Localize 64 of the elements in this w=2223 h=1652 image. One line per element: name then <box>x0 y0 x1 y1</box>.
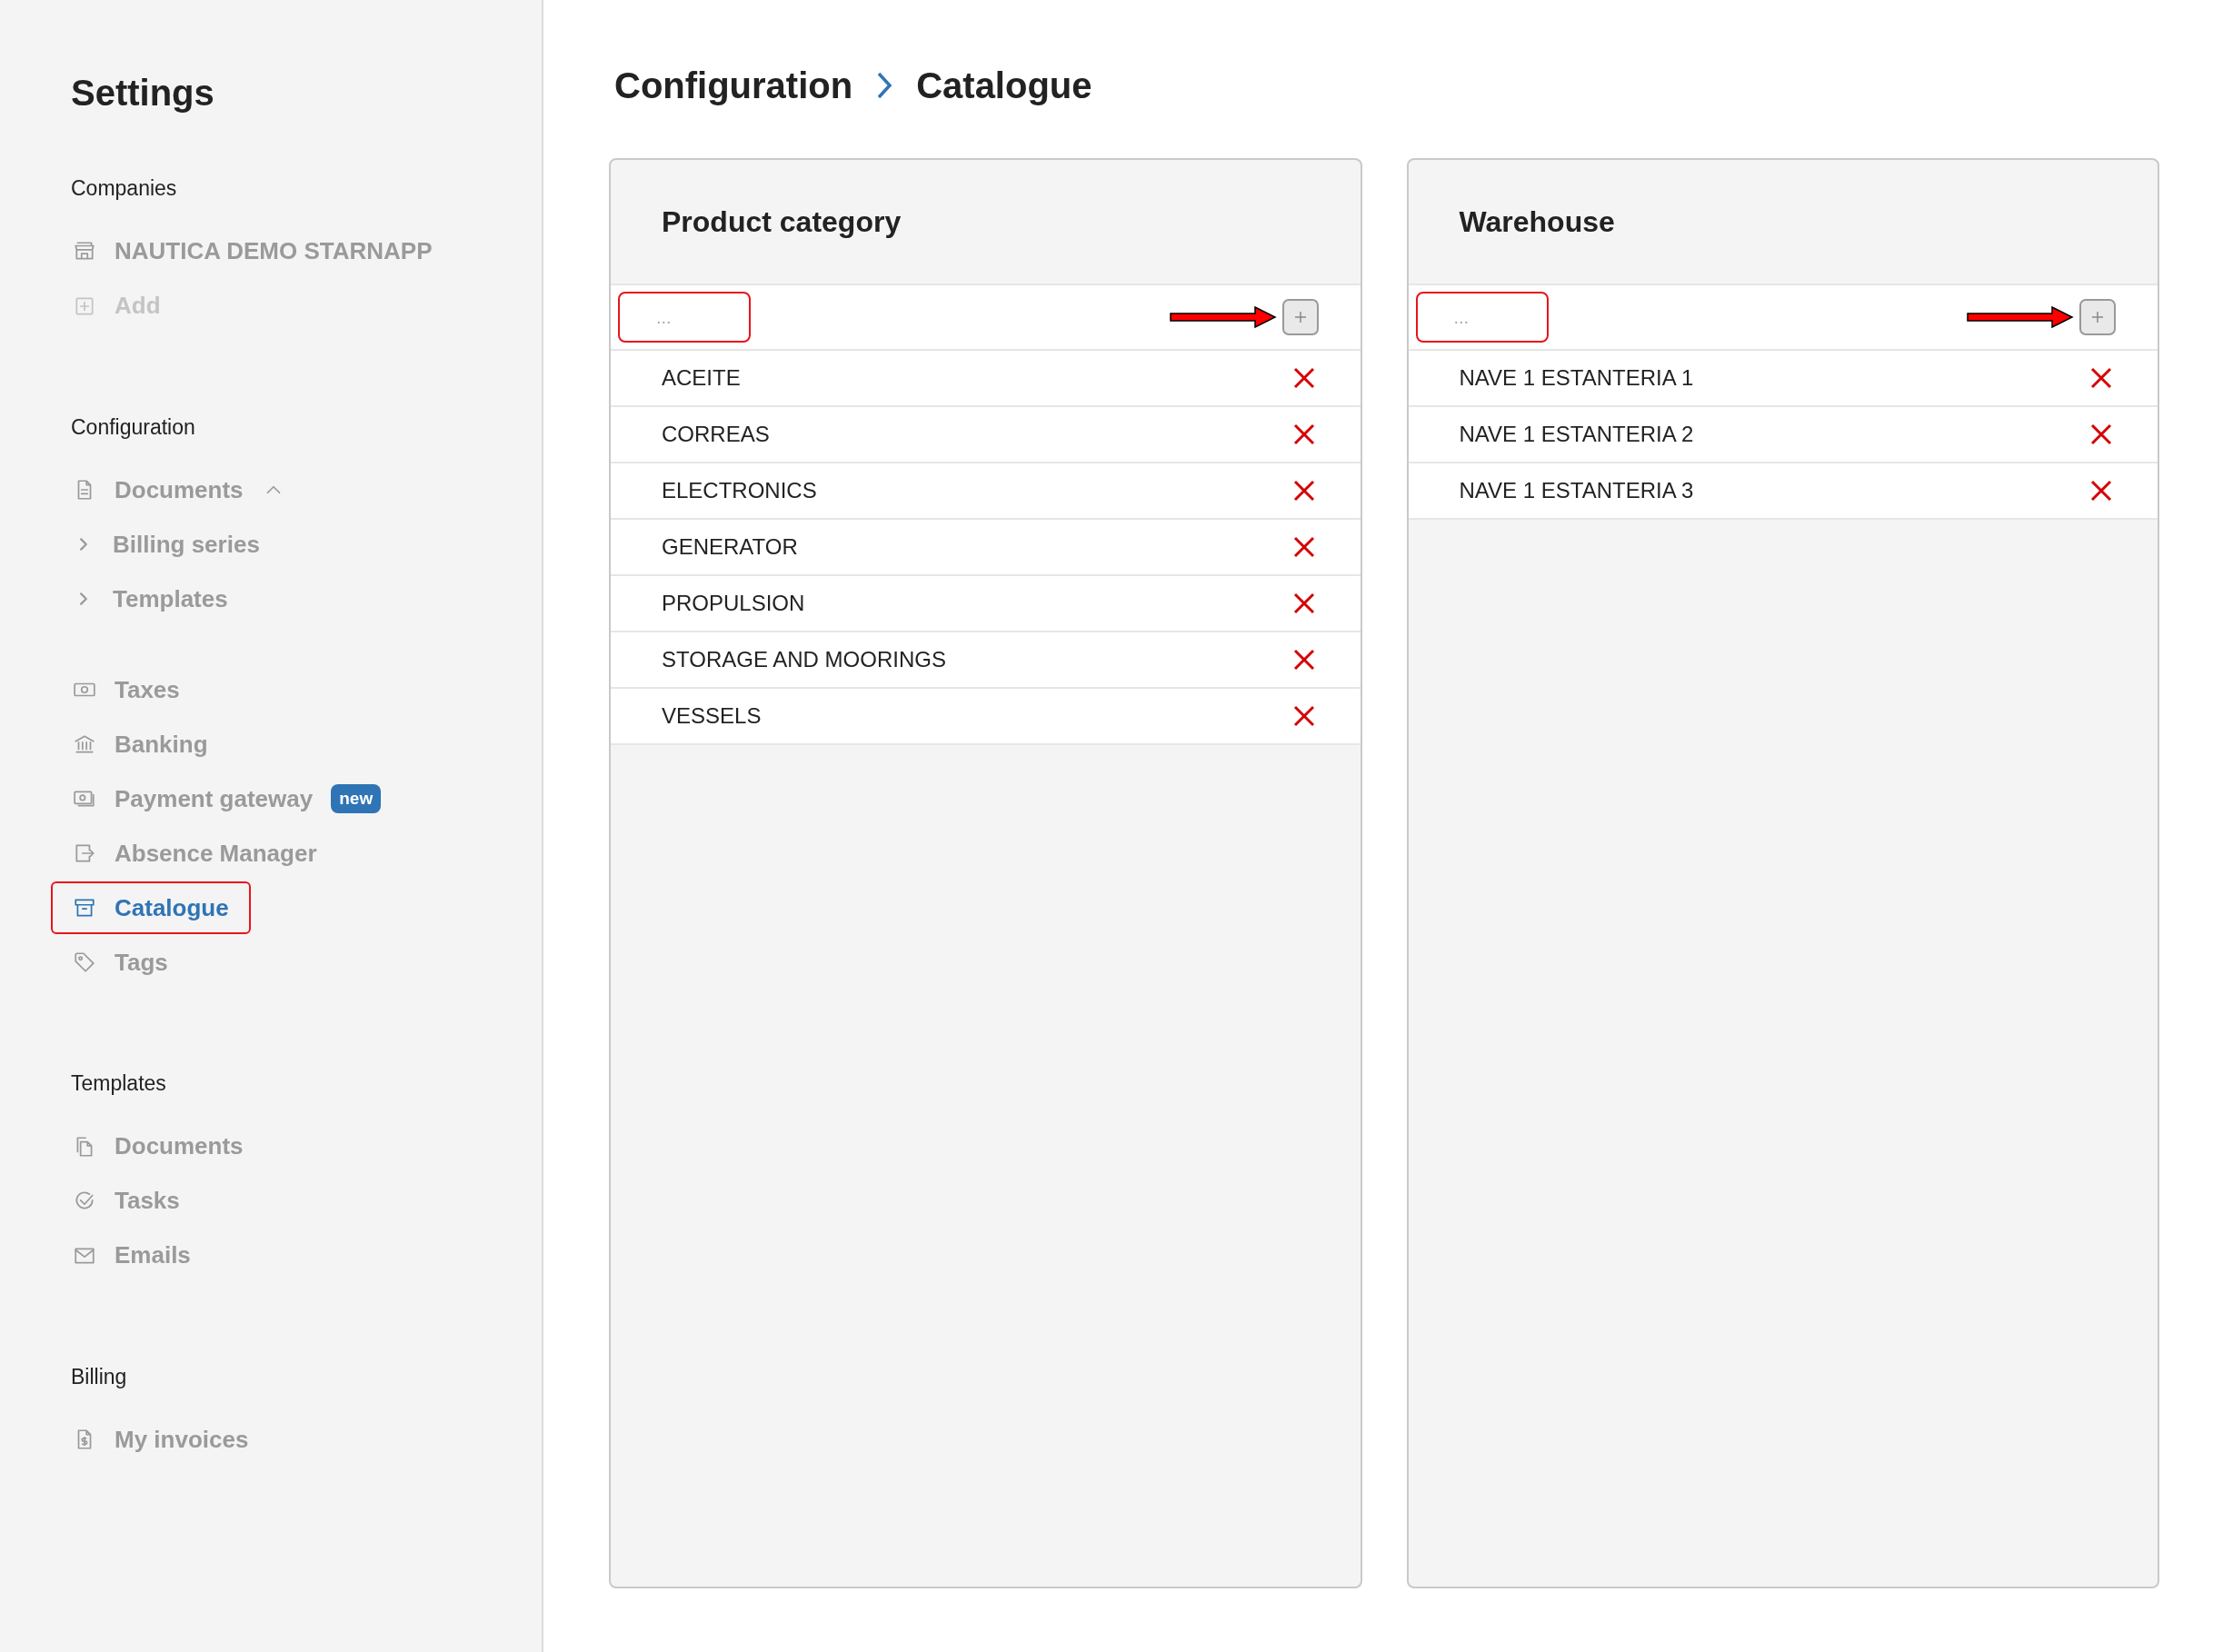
sidebar-item[interactable]: Tags <box>51 936 190 989</box>
close-icon <box>1292 367 1315 389</box>
item-label: ELECTRONICS <box>662 477 817 504</box>
panel-title: Warehouse <box>1459 204 1615 240</box>
delete-button[interactable] <box>2090 367 2112 389</box>
section-heading: Billing <box>71 1363 128 1390</box>
close-icon <box>1292 423 1315 445</box>
new-badge: new <box>331 783 382 814</box>
sidebar-item[interactable]: Documents <box>51 1120 265 1173</box>
plus-icon <box>2090 310 2105 324</box>
close-icon <box>1292 536 1315 558</box>
section-heading: Configuration <box>71 413 196 441</box>
sidebar-item[interactable]: NAUTICA DEMO STARNAPP <box>51 224 454 278</box>
new-item-field[interactable]: ... <box>1415 292 1549 343</box>
delete-button[interactable] <box>1292 649 1315 671</box>
item-label: GENERATOR <box>662 533 798 561</box>
section-heading: Templates <box>71 1070 167 1097</box>
page-title: Catalogue <box>916 65 1092 107</box>
tag-icon <box>73 950 96 974</box>
sidebar-item[interactable]: Emails <box>51 1229 213 1282</box>
delete-button[interactable] <box>1292 592 1315 614</box>
close-icon <box>1292 480 1315 502</box>
chevron-right-icon <box>79 538 88 551</box>
delete-button[interactable] <box>2090 480 2112 502</box>
sidebar-item[interactable]: My invoices <box>51 1413 271 1466</box>
item-label: CORREAS <box>662 421 770 448</box>
sidebar-item[interactable]: Absence Manager <box>51 827 339 880</box>
plus-icon <box>1292 310 1308 324</box>
item-label: STORAGE AND MOORINGS <box>662 646 946 673</box>
close-icon <box>2090 423 2112 445</box>
section-heading: Companies <box>71 175 178 202</box>
item-label: NAVE 1 ESTANTERIA 1 <box>1459 364 1694 392</box>
archive-icon <box>73 896 96 920</box>
item-label: ACEITE <box>662 364 741 392</box>
sidebar-item[interactable]: Catalogue <box>51 881 251 934</box>
delete-button[interactable] <box>1292 536 1315 558</box>
delete-button[interactable] <box>1292 480 1315 502</box>
add-button[interactable] <box>1281 299 1319 335</box>
delete-button[interactable] <box>1292 423 1315 445</box>
sidebar-item[interactable]: Billing series <box>51 518 282 571</box>
close-icon <box>2090 480 2112 502</box>
sidebar-item[interactable]: Templates <box>51 572 250 625</box>
close-icon <box>1292 649 1315 671</box>
sidebar-title: Settings <box>71 72 215 114</box>
chevron-right-icon <box>79 592 88 605</box>
close-icon <box>1292 592 1315 614</box>
sidebar-item[interactable]: Banking <box>51 718 230 771</box>
sidebar-item[interactable]: Documents <box>51 463 307 516</box>
sidebar-item[interactable]: Payment gateway new <box>51 772 404 825</box>
breadcrumb-link[interactable]: Configuration <box>614 58 853 113</box>
sidebar-item[interactable]: Tasks <box>51 1174 202 1228</box>
close-icon <box>1292 705 1315 727</box>
new-item-field[interactable]: ... <box>618 292 751 343</box>
close-icon <box>2090 367 2112 389</box>
item-label: NAVE 1 ESTANTERIA 2 <box>1459 421 1694 448</box>
delete-button[interactable] <box>2090 423 2112 445</box>
item-label: VESSELS <box>662 702 762 730</box>
exit-icon <box>73 841 96 865</box>
delete-button[interactable] <box>1292 705 1315 727</box>
panel-title: Product category <box>662 204 902 240</box>
sidebar-item[interactable]: Taxes <box>51 663 202 716</box>
item-label: NAVE 1 ESTANTERIA 3 <box>1459 477 1694 504</box>
item-label: PROPULSION <box>662 590 805 617</box>
delete-button[interactable] <box>1292 367 1315 389</box>
